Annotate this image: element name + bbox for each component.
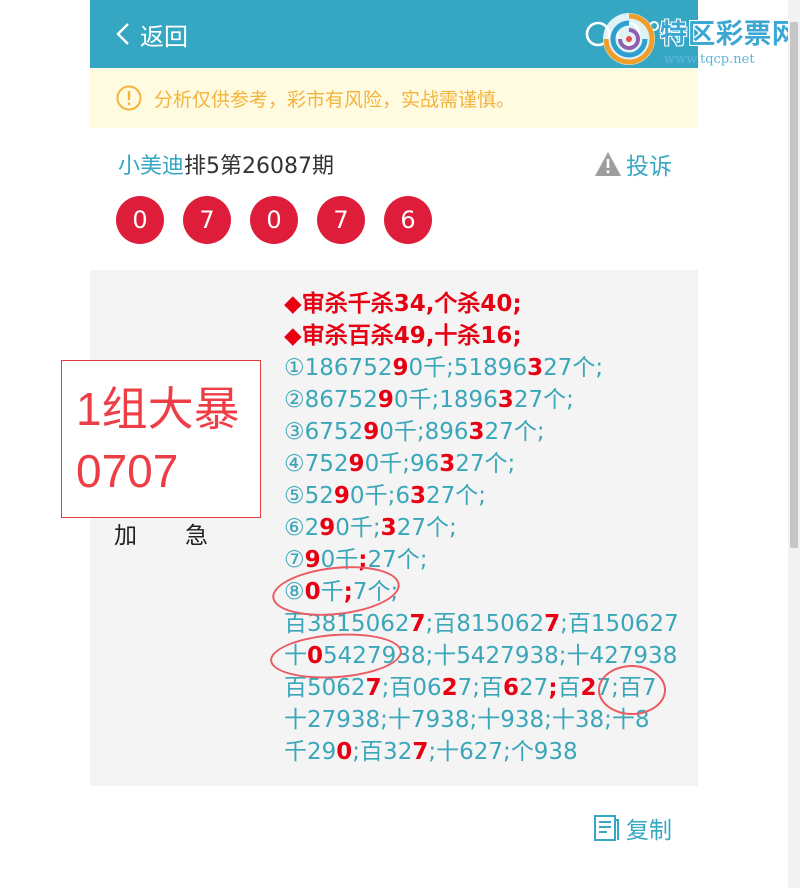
line-segment: ③675290千;896327个; (284, 419, 545, 445)
back-button[interactable]: 返回 (116, 18, 188, 51)
stamp-overlay: 1组大暴 0707 (61, 360, 261, 518)
line-segment: ①18675290千;51896327个; (284, 355, 604, 381)
line-segment: ◆审杀千杀34,个杀40; (284, 291, 522, 317)
highlight-digit: 7 (409, 611, 426, 637)
text-line: ④75290千;96327个; (284, 448, 684, 480)
risk-notice: 分析仅供参考，彩市有风险，实战需谨慎。 (90, 68, 698, 128)
line-segment: ②8675290千;1896327个; (284, 387, 574, 413)
swirl-logo-icon (603, 13, 655, 65)
text-line: ◆审杀百杀49,十杀16; (284, 320, 684, 352)
highlight-digit: 3 (497, 387, 514, 413)
highlight-digit: ; (548, 675, 558, 701)
watermark-url: www.tqcp.net (664, 52, 755, 67)
stamp-line: 0707 (76, 445, 179, 497)
notice-text: 分析仅供参考，彩市有风险，实战需谨慎。 (154, 88, 516, 111)
highlight-digit: 2 (441, 675, 458, 701)
line-segment: ⑤5290千;6327个; (284, 483, 486, 509)
line-segment: ⑥290千;327个; (284, 515, 457, 541)
text-line: ⑤5290千;6327个; (284, 480, 684, 512)
urgent-label: 加急 (114, 516, 210, 550)
watermark-title: 特区彩票网 (660, 19, 800, 50)
period-label: 排5第26087期 (184, 154, 334, 179)
chevron-left-icon (116, 23, 129, 45)
ball: 0 (250, 196, 298, 244)
annotation-circle (598, 665, 666, 715)
ball: 0 (116, 196, 164, 244)
text-line: 千290;百327;十627;个938 (284, 736, 684, 768)
highlight-digit: 3 (409, 483, 426, 509)
text-line: ⑥290千;327个; (284, 512, 684, 544)
draw-balls: 0 7 0 7 6 (116, 196, 451, 244)
line-segment: ④75290千;96327个; (284, 451, 516, 477)
ball: 6 (384, 196, 432, 244)
warning-triangle-icon (595, 152, 621, 176)
highlight-digit: 6 (503, 675, 520, 701)
highlight-digit: 7 (544, 611, 561, 637)
copy-button[interactable]: 复制 (592, 812, 672, 844)
highlight-digit: 3 (527, 355, 544, 381)
highlight-digit: 3 (468, 419, 485, 445)
ball: 7 (317, 196, 365, 244)
highlight-digit: 2 (580, 675, 597, 701)
text-line: ①18675290千;51896327个; (284, 352, 684, 384)
highlight-digit: 0 (336, 739, 353, 765)
highlight-digit: 9 (377, 387, 394, 413)
watermark-logo: 特区彩票网 www.tqcp.net (598, 8, 800, 72)
copy-label: 复制 (626, 818, 672, 844)
line-segment: 千290;百327;十627;个938 (284, 739, 578, 765)
line-segment: 十27938;十7938;十938;十38;十8 (284, 707, 650, 733)
author-link[interactable]: 小美迪 (118, 148, 184, 180)
stamp-line: 1组大暴 (76, 383, 240, 435)
text-line: ②8675290千;1896327个; (284, 384, 684, 416)
urgent-label-char: 急 (185, 523, 210, 549)
complain-label: 投诉 (626, 154, 672, 180)
complain-button[interactable]: 投诉 (594, 148, 672, 180)
highlight-digit: 9 (319, 515, 336, 541)
text-line: ◆审杀千杀34,个杀40; (284, 288, 684, 320)
copy-document-icon (594, 815, 619, 841)
highlight-digit: 7 (412, 739, 429, 765)
highlight-digit: 9 (333, 483, 350, 509)
highlight-digit: 3 (439, 451, 456, 477)
info-circle-icon (116, 85, 142, 111)
scrollbar-thumb[interactable] (790, 22, 798, 548)
post-title: 小美迪 排5第26087期 (118, 148, 334, 180)
text-line: ③675290千;896327个; (284, 416, 684, 448)
highlight-digit: 9 (348, 451, 365, 477)
back-label: 返回 (140, 22, 188, 51)
highlight-digit: 9 (392, 355, 409, 381)
highlight-digit: 9 (363, 419, 380, 445)
highlight-digit: 3 (380, 515, 397, 541)
prediction-content: 加急 ◆审杀千杀34,个杀40; ◆审杀百杀49,十杀16; ①18675290… (90, 270, 698, 786)
line-segment: ◆审杀百杀49,十杀16; (284, 323, 522, 349)
ball: 7 (183, 196, 231, 244)
urgent-label-char: 加 (114, 523, 139, 549)
highlight-digit: 7 (365, 675, 382, 701)
